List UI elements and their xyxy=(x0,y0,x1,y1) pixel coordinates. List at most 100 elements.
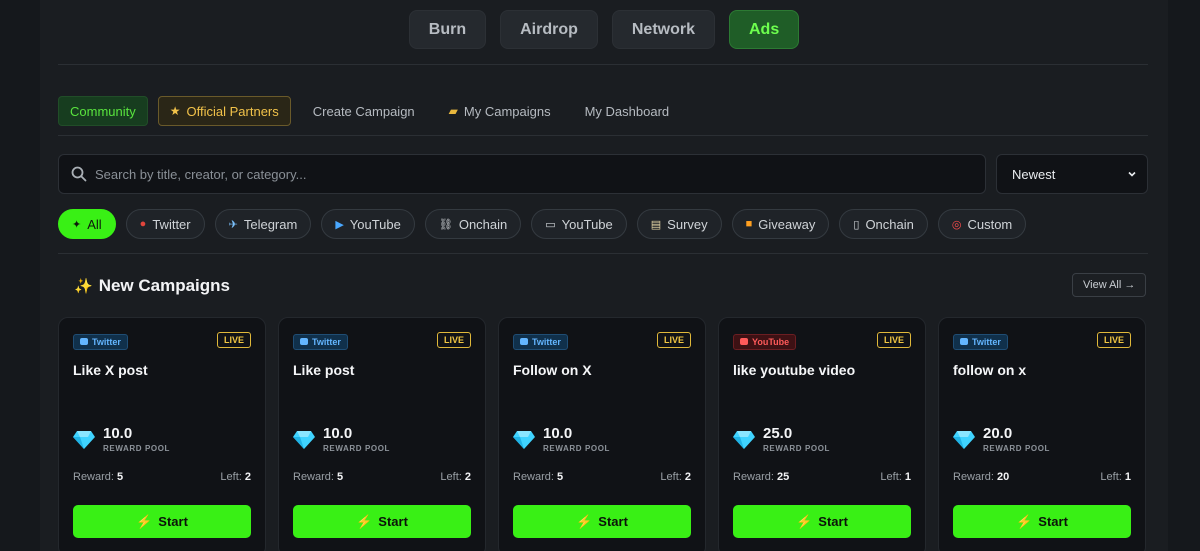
link-icon: ⛓ xyxy=(438,218,453,231)
filter-twitter[interactable]: ● Twitter xyxy=(125,209,205,239)
status-badge: LIVE xyxy=(436,332,471,348)
sub-tab-create-campaign[interactable]: Create Campaign xyxy=(301,96,427,126)
left-label: Left: xyxy=(660,471,682,483)
campaign-card[interactable]: Twitter LIVE follow on x 20.0 REWARD POOL… xyxy=(938,317,1146,551)
left-value: 2 xyxy=(464,471,471,483)
tab-ads[interactable]: Ads xyxy=(729,10,800,49)
sort-value: Newest xyxy=(1012,166,1056,182)
left-label: Left: xyxy=(1100,471,1122,483)
filter-onchain-2[interactable]: ▯ Onchain xyxy=(839,209,928,239)
sub-tab-community[interactable]: Community xyxy=(58,96,148,126)
pool-label: REWARD POOL xyxy=(543,444,611,453)
start-button[interactable]: ⚡ Start xyxy=(953,505,1131,538)
filter-label: Telegram xyxy=(243,216,298,232)
platform-badge: Twitter xyxy=(293,333,348,350)
left-label: Left: xyxy=(220,471,242,483)
start-label: Start xyxy=(1038,514,1068,529)
status-badge: LIVE xyxy=(876,332,911,348)
card-stats: Reward: 5 Left: 2 xyxy=(293,471,471,483)
campaign-title: like youtube video xyxy=(733,362,856,378)
diamond-icon xyxy=(733,430,755,449)
reward-label: Reward: xyxy=(513,471,554,483)
start-label: Start xyxy=(598,514,628,529)
filter-youtube-2[interactable]: ▭ YouTube xyxy=(531,209,627,239)
divider xyxy=(58,253,1148,254)
sort-select[interactable]: Newest xyxy=(996,154,1148,194)
reward-pool: 10.0 REWARD POOL xyxy=(293,426,390,453)
filter-telegram[interactable]: ✈ Telegram xyxy=(214,209,312,239)
bolt-icon: ⚡ xyxy=(136,513,153,529)
bolt-icon: ⚡ xyxy=(796,513,813,529)
section-title: ✨ New Campaigns xyxy=(74,276,230,296)
pool-value: 10.0 xyxy=(103,425,133,442)
filter-onchain[interactable]: ⛓ Onchain xyxy=(424,209,522,239)
platform-label: Twitter xyxy=(532,336,561,347)
pool-label: REWARD POOL xyxy=(763,444,831,453)
filter-survey[interactable]: ▤ Survey xyxy=(636,209,722,239)
reward-pool: 20.0 REWARD POOL xyxy=(953,426,1050,453)
status-badge: LIVE xyxy=(656,332,691,348)
section-title-text: New Campaigns xyxy=(98,276,230,295)
bolt-icon: ⚡ xyxy=(576,513,593,529)
reward-value: 20 xyxy=(997,471,1010,483)
campaign-title: Like post xyxy=(293,362,355,378)
campaign-card[interactable]: Twitter LIVE Like X post 10.0 REWARD POOL… xyxy=(58,317,266,551)
diamond-icon xyxy=(953,430,975,449)
sub-tab-my-campaigns[interactable]: ▰ My Campaigns xyxy=(437,96,563,126)
campaign-title: Like X post xyxy=(73,362,148,378)
start-label: Start xyxy=(158,514,188,529)
target-icon: ◎ xyxy=(951,218,962,231)
filter-giveaway[interactable]: ■ Giveaway xyxy=(731,209,830,239)
start-button[interactable]: ⚡ Start xyxy=(73,505,251,538)
card-stats: Reward: 25 Left: 1 xyxy=(733,471,911,483)
card-stats: Reward: 20 Left: 1 xyxy=(953,471,1131,483)
filter-label: All xyxy=(87,216,102,232)
start-label: Start xyxy=(818,514,848,529)
plane-icon: ✈ xyxy=(228,218,238,231)
filter-all[interactable]: ✦ All xyxy=(58,209,116,239)
search-input[interactable] xyxy=(95,166,955,182)
start-button[interactable]: ⚡ Start xyxy=(733,505,911,538)
reward-label: Reward: xyxy=(953,471,994,483)
bolt-icon: ⚡ xyxy=(356,513,373,529)
pool-value: 10.0 xyxy=(323,425,353,442)
sub-tab-my-dashboard[interactable]: My Dashboard xyxy=(573,96,682,126)
campaign-card[interactable]: Twitter LIVE Follow on X 10.0 REWARD POOL… xyxy=(498,317,706,551)
divider xyxy=(58,135,1148,136)
status-badge: LIVE xyxy=(1096,332,1131,348)
twitter-icon xyxy=(960,338,968,345)
gift-icon: ■ xyxy=(745,218,753,230)
left-label: Left: xyxy=(440,471,462,483)
memo-icon: ▤ xyxy=(650,218,662,231)
filter-youtube[interactable]: ▶ YouTube xyxy=(321,209,415,239)
reward-label: Reward: xyxy=(73,471,114,483)
campaign-card[interactable]: YouTube LIVE like youtube video 25.0 REWA… xyxy=(718,317,926,551)
sub-tab-label: My Dashboard xyxy=(584,103,670,119)
tab-airdrop[interactable]: Airdrop xyxy=(500,10,598,49)
left-value: 2 xyxy=(684,471,691,483)
start-button[interactable]: ⚡ Start xyxy=(513,505,691,538)
sub-tab-label: My Campaigns xyxy=(463,103,551,119)
reward-value: 5 xyxy=(117,471,124,483)
sub-tab-label: Official Partners xyxy=(186,103,279,119)
tab-burn[interactable]: Burn xyxy=(408,10,487,49)
pool-value: 20.0 xyxy=(983,425,1013,442)
pool-value: 25.0 xyxy=(763,425,793,442)
bird-icon: ● xyxy=(139,218,147,230)
tab-network[interactable]: Network xyxy=(611,10,715,49)
status-badge: LIVE xyxy=(216,332,251,348)
card-stats: Reward: 5 Left: 2 xyxy=(513,471,691,483)
diamond-icon xyxy=(513,430,535,449)
filter-custom[interactable]: ◎ Custom xyxy=(937,209,1027,239)
left-label: Left: xyxy=(880,471,902,483)
view-all-button[interactable]: View All → xyxy=(1072,273,1147,297)
platform-label: Twitter xyxy=(972,336,1001,347)
reward-label: Reward: xyxy=(733,471,774,483)
left-value: 1 xyxy=(1124,471,1131,483)
campaign-card[interactable]: Twitter LIVE Like post 10.0 REWARD POOL R… xyxy=(278,317,486,551)
sub-tab-official-partners[interactable]: ★ Official Partners xyxy=(157,96,291,126)
diamond-icon xyxy=(73,430,95,449)
start-button[interactable]: ⚡ Start xyxy=(293,505,471,538)
start-label: Start xyxy=(378,514,408,529)
twitter-icon xyxy=(520,338,528,345)
